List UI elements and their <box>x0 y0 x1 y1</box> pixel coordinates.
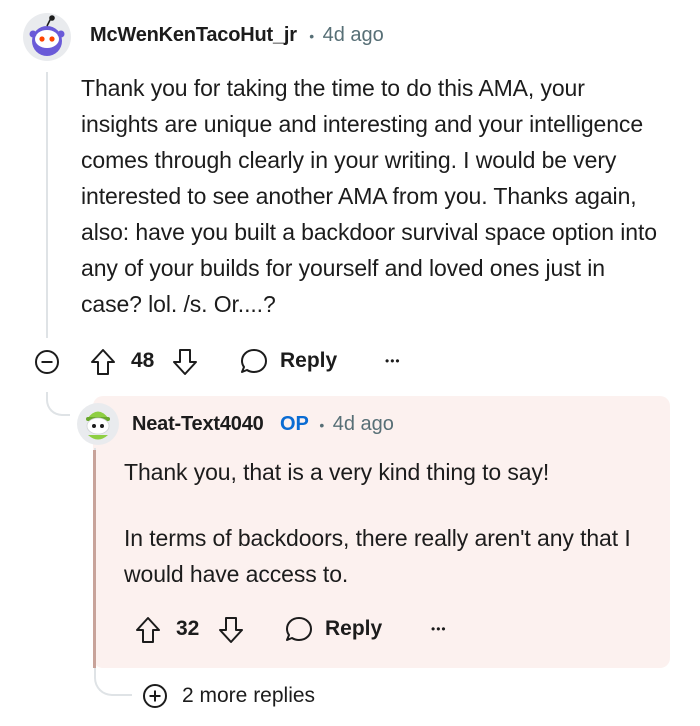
reply-timestamp[interactable]: 4d ago <box>333 413 394 435</box>
more-replies-label: 2 more replies <box>182 684 316 707</box>
more-icon[interactable]: ••• <box>385 354 401 368</box>
reply-button[interactable]: Reply <box>284 614 382 644</box>
reply-bubble-icon <box>284 614 314 644</box>
reply-paragraph-2: In terms of backdoors, there really aren… <box>124 525 631 587</box>
more-icon[interactable]: ••• <box>431 622 447 636</box>
op-reply-accent <box>93 450 96 668</box>
downvote-icon[interactable] <box>170 347 200 377</box>
vote-count: 32 <box>176 617 200 640</box>
upvote-icon[interactable] <box>133 615 163 645</box>
vote-count: 48 <box>131 349 155 372</box>
reply-button[interactable]: Reply <box>239 346 337 376</box>
header-separator: • <box>319 417 325 433</box>
op-badge: OP <box>280 413 309 435</box>
collapse-icon[interactable] <box>34 349 60 375</box>
snoo-avatar-icon[interactable] <box>22 12 72 62</box>
reply-label: Reply <box>325 617 383 640</box>
reply-label: Reply <box>280 349 338 372</box>
snoo-avatar-icon[interactable] <box>76 402 120 446</box>
upvote-icon[interactable] <box>88 347 118 377</box>
reply-bubble-icon <box>239 346 269 376</box>
more-replies-branch-line <box>94 658 132 696</box>
reply-username[interactable]: Neat-Text4040 <box>132 413 264 435</box>
more-replies-button[interactable]: 2 more replies <box>142 683 315 709</box>
comment-timestamp[interactable]: 4d ago <box>323 24 384 46</box>
reply-header: Neat-Text4040 OP • 4d ago <box>132 413 394 436</box>
expand-plus-icon <box>142 683 168 709</box>
comment-username[interactable]: McWenKenTacoHut_jr <box>90 24 297 46</box>
downvote-icon[interactable] <box>216 615 246 645</box>
comment-header: McWenKenTacoHut_jr • 4d ago <box>90 24 384 47</box>
thread-branch-line <box>46 392 70 416</box>
header-separator: • <box>309 28 315 44</box>
thread-line <box>46 72 48 338</box>
reply-paragraph-1: Thank you, that is a very kind thing to … <box>124 459 550 485</box>
comment-body: Thank you for taking the time to do this… <box>81 75 657 317</box>
